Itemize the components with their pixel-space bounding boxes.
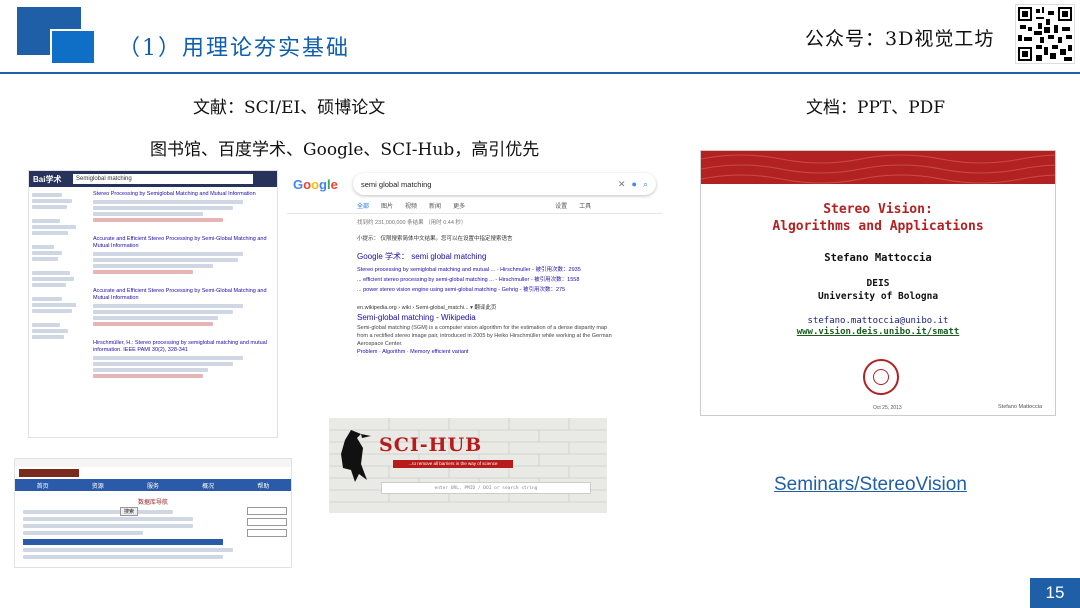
pdf-author: Stefano Mattoccia [824,252,932,264]
library-logo [15,467,291,479]
baidu-result[interactable]: Accurate and Efficient Stereo Processing… [93,288,271,326]
literature-label: 文献：SCI/EI、硕博论文 [193,98,386,118]
page-number: 15 [1030,578,1080,608]
google-logo: Google [293,176,338,192]
google-scholar-title[interactable]: Google 学术： semi global matching [357,251,662,262]
pdf-dept: DEIS [866,278,890,289]
tab-settings[interactable]: 设置 [555,201,567,210]
library-search-button[interactable]: 搜索 [120,507,139,516]
baidu-result[interactable]: Hirschmüller, H.: Stereo processing by s… [93,340,271,378]
baidu-filter-sidebar [29,187,87,384]
scholar-line[interactable]: Stereo processing by semiglobal matching… [357,265,662,275]
slide-title: （1）用理论夯实基础 [118,36,350,61]
baidu-result-title[interactable]: Accurate and Efficient Stereo Processing… [93,288,271,302]
wiki-title[interactable]: Semi-global matching - Wikipedia [357,313,662,322]
documents-label: 文档：PPT、PDF [806,98,946,118]
baidu-result-title[interactable]: Hirschmüller, H.: Stereo processing by s… [93,340,271,354]
library-heading: 数据库导航 [137,500,168,506]
raven-icon [331,424,377,486]
baidu-search-input[interactable]: Semiglobal matching [73,174,253,184]
nav-overview[interactable]: 概况 [202,481,214,490]
mic-icon[interactable]: ● [632,179,637,189]
pdf-date: Oct 25, 2013 [873,405,902,411]
tab-videos[interactable]: 视频 [405,201,417,210]
tab-more[interactable]: 更多 [453,201,465,210]
header-decoration-front [50,29,96,65]
sources-label: 图书馆、百度学术、Google、SCI-Hub，高引优先 [150,140,540,160]
library-screenshot: 首页 资源 服务 概况 帮助 数据库导航 搜索 [14,458,292,568]
pdf-title: Stereo Vision: [823,202,933,217]
google-tabs: 全部 图片 视频 新闻 更多 设置 工具 [287,197,662,214]
google-search-input[interactable]: semi global matching [361,180,618,189]
baidu-result-title[interactable]: Stereo Processing by Semiglobal Matching… [93,191,271,198]
brand-label: 公众号：3D视觉工坊 [805,28,995,50]
google-language-hint: 小提示： 仅限搜索简体中文结果。您可以在设置中指定搜索语言 [357,236,513,242]
scihub-tagline: ...to remove all barriers in the way of … [393,460,513,468]
pdf-header-band [701,151,1055,184]
nav-home[interactable]: 首页 [37,481,49,490]
baidu-result-title[interactable]: Accurate and Efficient Stereo Processing… [93,236,271,250]
scihub-screenshot: SCI-HUB ...to remove all barriers in the… [329,418,607,513]
clear-icon[interactable]: ✕ [618,179,626,190]
nav-resources[interactable]: 资源 [92,481,104,490]
qr-code-icon [1015,4,1075,64]
wiki-snippet: Semi-global matching (SGM) is a computer… [357,325,612,347]
nav-help[interactable]: 帮助 [257,481,269,490]
pdf-ornament [701,154,1055,184]
scihub-logo: SCI-HUB [379,434,483,456]
tab-all[interactable]: 全部 [357,201,369,210]
wiki-sitelinks[interactable]: Problem · Algorithm · Memory efficient v… [357,349,662,355]
google-result-stats: 找到约 231,000,000 条结果 （用时 0.44 秒） [357,220,467,226]
tab-news[interactable]: 新闻 [429,201,441,210]
baidu-result[interactable]: Stereo Processing by Semiglobal Matching… [93,191,271,222]
scholar-line[interactable]: ... efficient stereo processing by semi-… [357,275,662,285]
baidu-logo: Bai学术 [33,174,62,184]
tab-tools[interactable]: 工具 [579,201,591,210]
google-search-box[interactable]: semi global matching ✕ ● ⌕ [353,173,656,195]
seminars-stereovision-link[interactable]: Seminars/StereoVision [774,474,967,496]
scihub-search-input[interactable]: enter URL, PMID / DOI or search string [381,482,591,494]
pdf-email[interactable]: stefano.mattoccia@unibo.it [701,316,1055,326]
tab-images[interactable]: 图片 [381,201,393,210]
pdf-slide-screenshot: Stereo Vision: Algorithms and Applicatio… [700,150,1056,416]
google-screenshot: Google semi global matching ✕ ● ⌕ 全部 图片 … [287,167,662,377]
baidu-result[interactable]: Accurate and Efficient Stereo Processing… [93,236,271,274]
wiki-url[interactable]: en.wikipedia.org › wiki › Semi-global_ma… [357,303,662,311]
library-nav: 首页 资源 服务 概况 帮助 [15,479,291,491]
pdf-university: University of Bologna [817,291,939,302]
nav-services[interactable]: 服务 [147,481,159,490]
search-icon[interactable]: ⌕ [643,179,648,190]
pdf-subtitle: Algorithms and Applications [772,219,984,234]
header-rule [0,72,1080,74]
pdf-footer-author: Stefano Mattoccia [998,404,1043,410]
scholar-line[interactable]: ... power stereo vision engine using sem… [357,285,662,295]
baidu-topbar: Bai学术 Semiglobal matching [29,171,277,187]
baidu-scholar-screenshot: Bai学术 Semiglobal matching Stereo Process… [28,170,278,438]
pdf-url[interactable]: www.vision.deis.unibo.it/smatt [701,327,1055,337]
university-seal-icon [863,359,899,395]
